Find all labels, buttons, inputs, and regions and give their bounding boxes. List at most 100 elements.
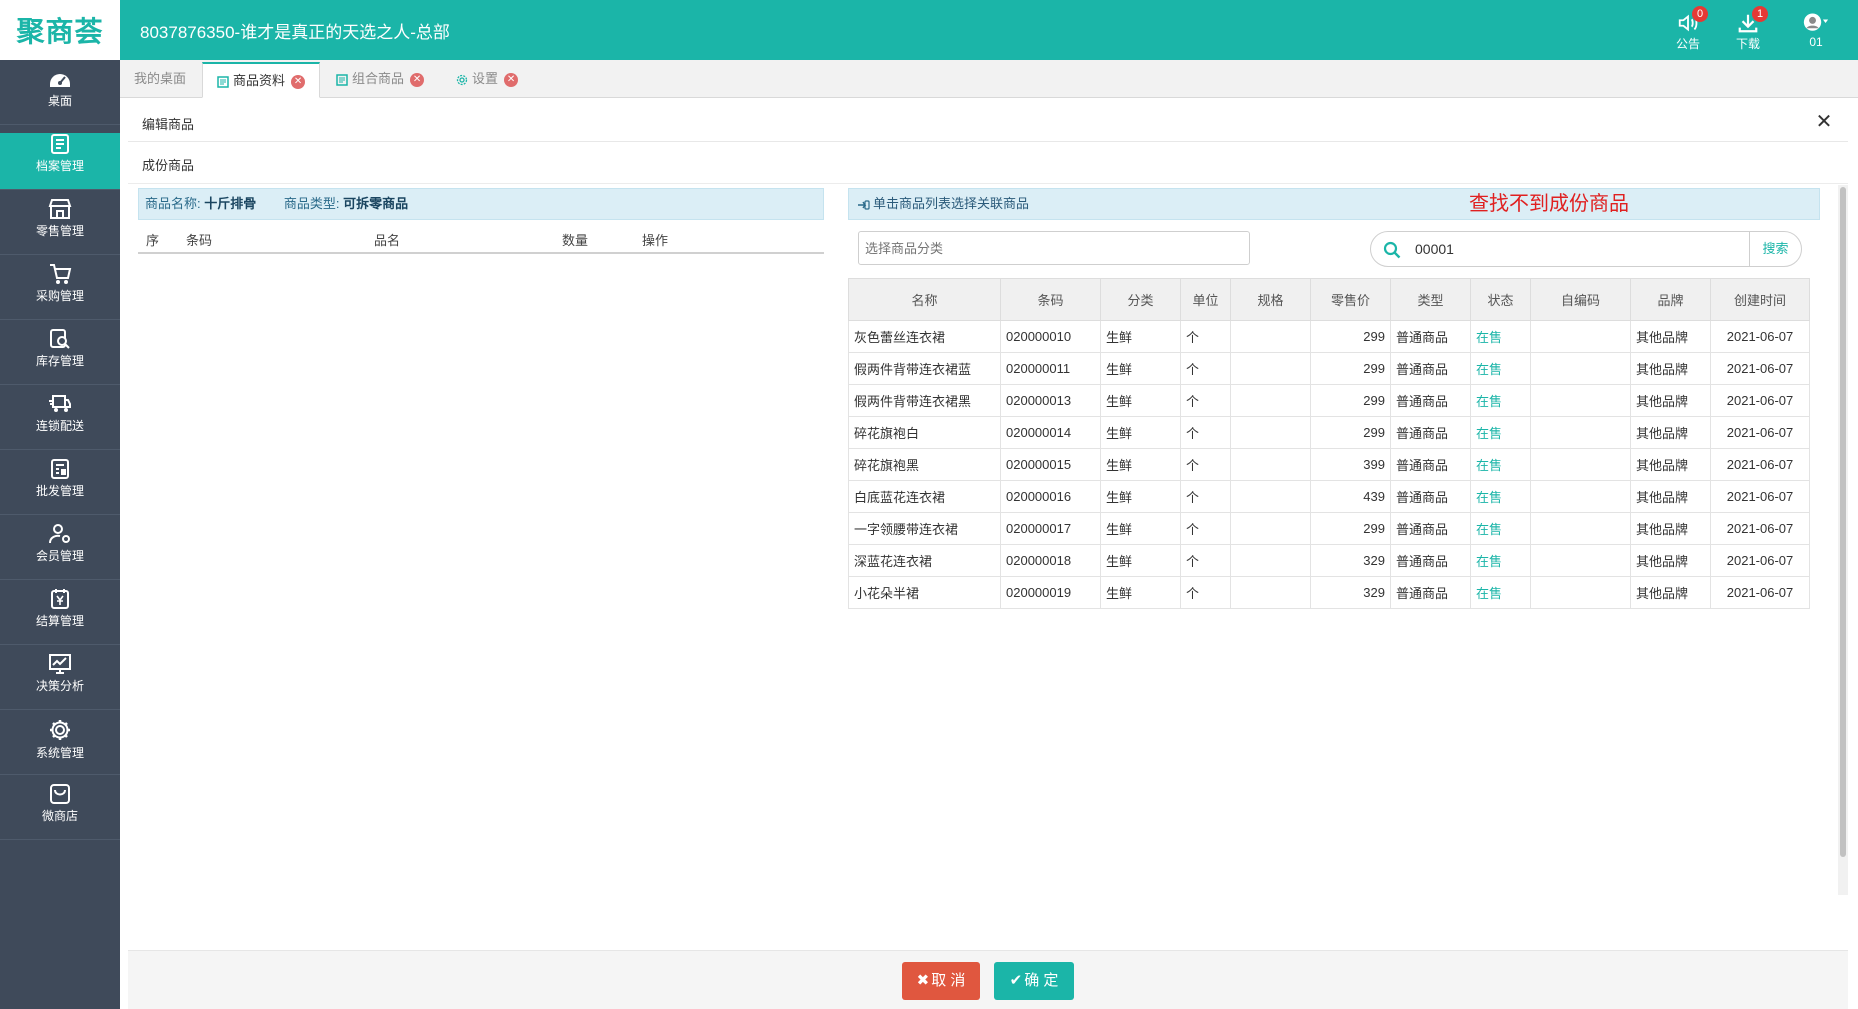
cell-name: 假两件背带连衣裙黑 <box>848 384 1001 417</box>
cell-type: 普通商品 <box>1390 384 1471 417</box>
table-row[interactable]: 假两件背带连衣裙黑 020000013 生鲜个 299 普通商品 在售 其他品牌 2021-0… <box>848 384 1810 417</box>
inventory-icon <box>50 329 70 349</box>
column-header[interactable]: 类型 <box>1390 278 1471 321</box>
table-row[interactable]: 碎花旗袍白 020000014 生鲜个 299 普通商品 在售 其他品牌 2021-06-07 <box>848 416 1810 449</box>
table-row[interactable]: 灰色蕾丝连衣裙 020000010 生鲜个 299 普通商品 在售 其他品牌 2021-06-… <box>848 320 1810 353</box>
cell-unit: 个 <box>1180 448 1231 481</box>
sidebar-item-wholesale[interactable]: 批发管理 <box>0 458 120 515</box>
sidebar-item-settlement[interactable]: 结算管理 <box>0 588 120 645</box>
table-row[interactable]: 假两件背带连衣裙蓝 020000011 生鲜个 299 普通商品 在售 其他品牌 2021-0… <box>848 352 1810 385</box>
tab-close-icon[interactable]: ✕ <box>410 72 425 87</box>
column-header[interactable]: 零售价 <box>1310 278 1391 321</box>
tab-label: 我的桌面 <box>134 71 187 86</box>
column-header[interactable]: 条码 <box>1000 278 1101 321</box>
sidebar-item-microshop[interactable]: 微商店 <box>0 783 120 840</box>
scrollbar[interactable] <box>1838 185 1848 895</box>
sidebar-item-retail[interactable]: 零售管理 <box>0 198 120 255</box>
tab-my-desktop[interactable]: 我的桌面 <box>120 62 200 98</box>
user-menu[interactable]: 01 <box>1792 8 1840 52</box>
sidebar-item-purchase[interactable]: 采购管理 <box>0 263 120 320</box>
sidebar-item-system[interactable]: 系统管理 <box>0 718 120 775</box>
product-name-value: 十斤排骨 <box>204 196 257 211</box>
tab-settings[interactable]: 设置 ✕ <box>442 62 532 98</box>
column-qty: 数量 <box>562 233 589 248</box>
cell-name: 灰色蕾丝连衣裙 <box>848 320 1001 353</box>
gear-icon <box>456 74 468 85</box>
document-icon <box>336 73 348 86</box>
cell-code <box>1530 416 1631 449</box>
cell-code <box>1530 512 1631 545</box>
sidebar-item-inventory[interactable]: 库存管理 <box>0 328 120 385</box>
column-header[interactable]: 分类 <box>1100 278 1181 321</box>
search-input[interactable] <box>1415 238 1715 260</box>
category-select-input[interactable] <box>858 231 1250 265</box>
tab-close-icon[interactable]: ✕ <box>504 72 519 87</box>
column-header[interactable]: 状态 <box>1470 278 1531 321</box>
download-badge: 1 <box>1752 6 1768 22</box>
sidebar-item-distribution[interactable]: 连锁配送 <box>0 393 120 450</box>
cell-category: 生鲜 <box>1100 384 1181 417</box>
notice-label: 公告 <box>1675 37 1700 51</box>
close-icon[interactable]: ✕ <box>1812 110 1836 134</box>
column-header[interactable]: 名称 <box>848 278 1001 321</box>
scrollbar-thumb[interactable] <box>1840 187 1846 857</box>
cell-created: 2021-06-07 <box>1710 480 1810 513</box>
cell-spec <box>1230 544 1311 577</box>
sidebar-item-archive[interactable]: 档案管理 <box>0 133 120 190</box>
hand-pointer-icon <box>858 199 870 210</box>
download-label: 下载 <box>1735 37 1760 51</box>
warning-annotation: 查找不到成份商品 <box>1469 193 1629 215</box>
product-type-value: 可拆零商品 <box>343 196 409 211</box>
sidebar-item-analysis[interactable]: 决策分析 <box>0 653 120 710</box>
cell-barcode: 020000016 <box>1000 480 1101 513</box>
cell-spec <box>1230 384 1311 417</box>
table-row[interactable]: 一字领腰带连衣裙 020000017 生鲜个 299 普通商品 在售 其他品牌 2021-06… <box>848 512 1810 545</box>
cell-price: 299 <box>1310 352 1391 385</box>
sidebar-item-label: 采购管理 <box>35 289 84 303</box>
column-header[interactable]: 规格 <box>1230 278 1311 321</box>
cancel-button[interactable]: ✖ 取 消 <box>902 962 980 1000</box>
cell-barcode: 020000018 <box>1000 544 1101 577</box>
table-row[interactable]: 碎花旗袍黑 020000015 生鲜个 399 普通商品 在售 其他品牌 2021-06-07 <box>848 448 1810 481</box>
confirm-button[interactable]: ✔ 确 定 <box>994 962 1074 1000</box>
cell-category: 生鲜 <box>1100 512 1181 545</box>
product-type-label: 商品类型: <box>283 196 340 211</box>
avatar-icon <box>1803 13 1829 31</box>
column-header[interactable]: 创建时间 <box>1710 278 1810 321</box>
wholesale-icon <box>51 459 69 479</box>
cell-type: 普通商品 <box>1390 448 1471 481</box>
sidebar-item-label: 结算管理 <box>35 614 84 628</box>
sidebar-item-label: 微商店 <box>41 809 78 823</box>
sidebar-item-desktop[interactable]: 桌面 <box>0 68 120 125</box>
tab-label: 商品资料 <box>233 73 286 88</box>
cell-brand: 其他品牌 <box>1630 576 1711 609</box>
sidebar-item-label: 批发管理 <box>35 484 84 498</box>
cell-spec <box>1230 352 1311 385</box>
table-row[interactable]: 深蓝花连衣裙 020000018 生鲜个 329 普通商品 在售 其他品牌 2021-06-0… <box>848 544 1810 577</box>
cell-barcode: 020000013 <box>1000 384 1101 417</box>
cell-brand: 其他品牌 <box>1630 544 1711 577</box>
close-icon: ✖ <box>916 972 930 989</box>
sidebar-item-member[interactable]: 会员管理 <box>0 523 120 580</box>
table-row[interactable]: 白底蓝花连衣裙 020000016 生鲜个 439 普通商品 在售 其他品牌 2021-06-… <box>848 480 1810 513</box>
sidebar-item-label: 会员管理 <box>35 549 84 563</box>
download-button[interactable]: 下载 1 <box>1724 6 1772 52</box>
hint-text: 单击商品列表选择关联商品 <box>873 196 1030 211</box>
search-button[interactable]: 搜索 <box>1749 232 1801 266</box>
sidebar-item-label: 系统管理 <box>35 746 84 760</box>
cell-code <box>1530 352 1631 385</box>
tab-close-icon[interactable]: ✕ <box>291 74 306 89</box>
column-header[interactable]: 品牌 <box>1630 278 1711 321</box>
tab-product-info[interactable]: 商品资料 ✕ <box>202 62 321 98</box>
tab-combo-product[interactable]: 组合商品 ✕ <box>322 62 438 98</box>
shop-bag-icon <box>50 784 70 804</box>
column-header[interactable]: 单位 <box>1180 278 1231 321</box>
table-row[interactable]: 小花朵半裙 020000019 生鲜个 329 普通商品 在售 其他品牌 2021-06-07 <box>848 576 1810 609</box>
cell-unit: 个 <box>1180 576 1231 609</box>
notice-button[interactable]: 公告 0 <box>1664 6 1712 52</box>
sidebar-item-label: 桌面 <box>47 94 72 108</box>
column-header[interactable]: 自编码 <box>1530 278 1631 321</box>
product-table: 名称 条码 分类 单位 规格 零售价 类型 状态 自编码 品牌 创建时间 灰色蕾… <box>848 278 1810 609</box>
sidebar: 桌面 档案管理 零售管理 采购管理 库存管理 连锁配送 批发管理 会员管理 结算… <box>0 60 120 1009</box>
cell-status: 在售 <box>1470 512 1531 545</box>
